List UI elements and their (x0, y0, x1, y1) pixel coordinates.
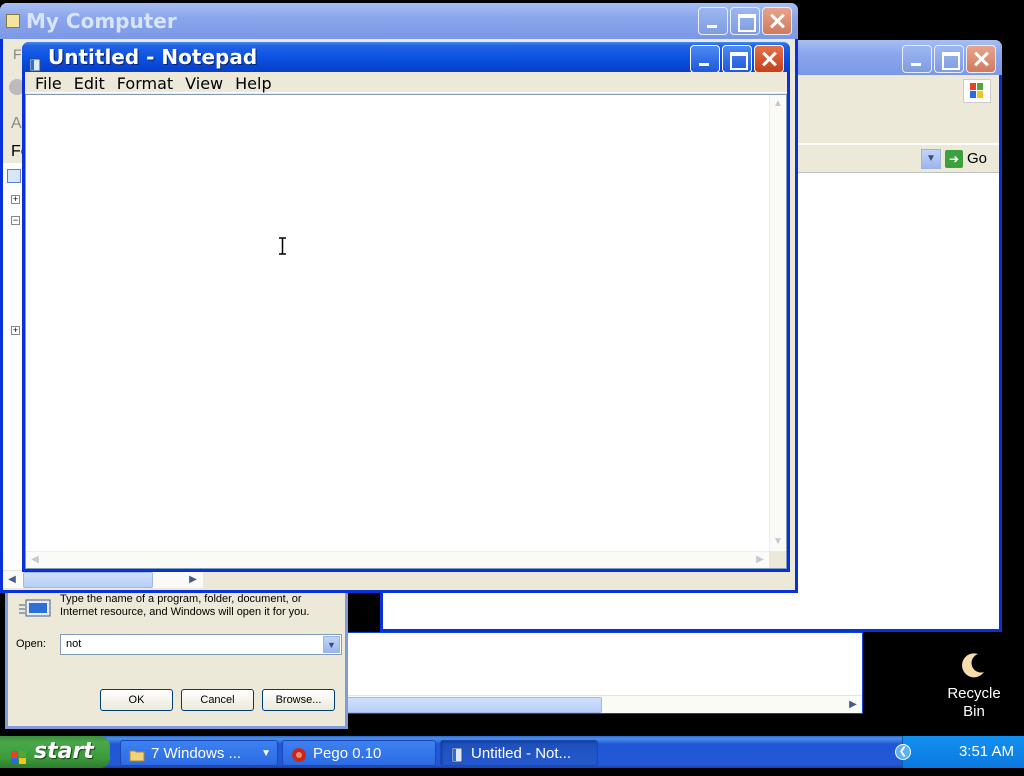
run-dialog: Type the name of a program, folder, docu… (5, 593, 348, 729)
menu-help[interactable]: Help (229, 72, 277, 93)
open-input-value[interactable]: not (66, 638, 81, 650)
minimize-button[interactable] (902, 45, 932, 73)
notepad-hscrollbar[interactable]: ◀ ▶ (26, 551, 769, 568)
scroll-thumb[interactable] (23, 572, 153, 588)
taskbar: start 7 Windows ... ▼ Pego 0.10 Untitled… (0, 736, 1024, 768)
tree-expand-icon[interactable]: + (11, 195, 20, 204)
menu-view[interactable]: View (179, 72, 229, 93)
my-computer-menu-initial[interactable]: F (13, 46, 22, 62)
recycle-bin[interactable]: Recycle Bin (938, 650, 1010, 726)
go-label: Go (967, 150, 988, 167)
task-notepad-label: Untitled - Not... (471, 745, 572, 762)
tray-expand-icon[interactable]: ❮ (895, 744, 911, 760)
run-description: Type the name of a program, folder, docu… (60, 593, 310, 618)
notepad-menubar: File Edit Format View Help (25, 72, 787, 93)
desktop-tree-icon[interactable] (7, 169, 21, 183)
scroll-down-icon[interactable]: ▼ (770, 534, 786, 550)
go-arrow-icon: ➔ (945, 150, 963, 168)
task-pego[interactable]: Pego 0.10 (282, 740, 436, 766)
folder-icon (129, 746, 145, 762)
maximize-button[interactable] (722, 45, 752, 72)
close-button[interactable] (966, 45, 996, 73)
windows-flag-icon (10, 744, 28, 764)
notepad-title: Untitled - Notepad (48, 45, 258, 69)
size-grip[interactable] (769, 551, 786, 568)
menu-format[interactable]: Format (111, 72, 179, 93)
group-dropdown-icon: ▼ (261, 748, 271, 759)
system-tray: ❮ 3:51 AM (895, 736, 1024, 768)
maximize-button[interactable] (934, 45, 964, 73)
run-icon (18, 597, 52, 619)
scroll-right-icon[interactable]: ▶ (752, 552, 768, 568)
pego-icon (291, 746, 307, 762)
notepad-icon (449, 746, 465, 763)
my-computer-icon (6, 14, 20, 28)
address-dropdown-icon[interactable]: ▼ (921, 149, 941, 169)
maximize-button[interactable] (730, 7, 760, 35)
go-button[interactable]: ➔ Go (943, 148, 993, 170)
open-label: Open: (16, 638, 46, 650)
open-combobox[interactable]: not ▼ (60, 634, 342, 655)
my-computer-hscrollbar[interactable]: ◀ ▶ (3, 570, 203, 588)
task-windows-group[interactable]: 7 Windows ... ▼ (120, 740, 278, 766)
minimize-button[interactable] (698, 7, 728, 35)
task-windows-label: 7 Windows ... (151, 745, 242, 762)
task-notepad[interactable]: Untitled - Not... (440, 740, 598, 766)
ok-button[interactable]: OK (100, 689, 173, 711)
recycle-bin-icon (958, 650, 990, 682)
scroll-left-icon[interactable]: ◀ (27, 552, 43, 568)
text-cursor-icon (278, 237, 287, 255)
start-button[interactable]: start (0, 736, 110, 768)
task-pego-label: Pego 0.10 (313, 745, 382, 762)
lower-hscrollbar[interactable]: ▶ (346, 695, 862, 713)
scroll-right-icon[interactable]: ▶ (845, 697, 861, 713)
browse-button[interactable]: Browse... (262, 689, 335, 711)
start-label: start (34, 739, 94, 764)
scroll-left-icon[interactable]: ◀ (4, 572, 20, 588)
tree-expand-icon[interactable]: + (11, 326, 20, 335)
my-computer-title: My Computer (26, 9, 177, 33)
windows-logo-icon (963, 79, 991, 103)
notepad-titlebar[interactable]: Untitled - Notepad (22, 42, 790, 72)
clock[interactable]: 3:51 AM (959, 743, 1014, 760)
cancel-button[interactable]: Cancel (181, 689, 254, 711)
notepad-vscrollbar[interactable]: ▲ ▼ (769, 95, 786, 551)
notepad-icon (28, 50, 42, 72)
recycle-bin-label: Recycle Bin (947, 685, 1001, 720)
notepad-text-area[interactable]: ▲ ▼ ◀ ▶ (25, 94, 787, 569)
close-button[interactable] (762, 7, 792, 35)
menu-file[interactable]: File (29, 72, 68, 93)
lower-scroll-thumb[interactable] (346, 697, 602, 713)
scroll-up-icon[interactable]: ▲ (770, 96, 786, 112)
menu-edit[interactable]: Edit (68, 72, 111, 93)
scroll-right-icon[interactable]: ▶ (185, 572, 201, 588)
open-dropdown-icon[interactable]: ▼ (323, 636, 340, 653)
my-computer-titlebar[interactable]: My Computer (0, 3, 798, 39)
minimize-button[interactable] (690, 45, 720, 72)
background-window-lower: ▶ (345, 632, 863, 714)
notepad-window: Untitled - Notepad File Edit Format View… (22, 42, 790, 572)
tree-collapse-icon[interactable]: − (11, 216, 20, 225)
close-button[interactable] (754, 45, 784, 72)
